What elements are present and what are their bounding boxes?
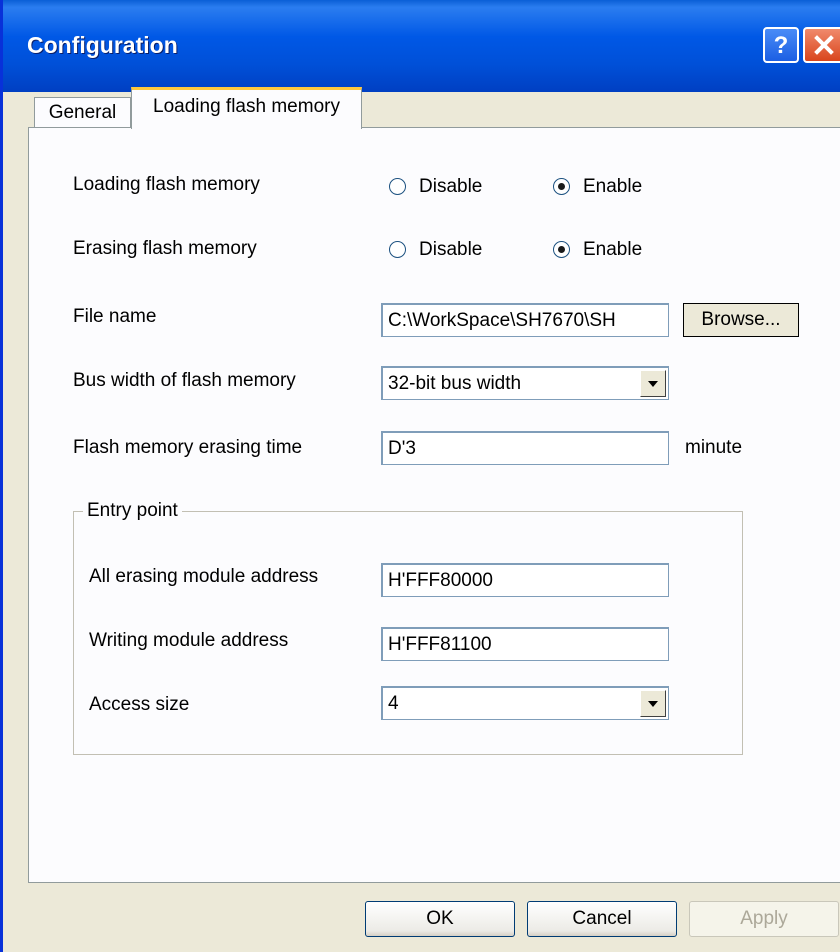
file-name-input[interactable]: C:\WorkSpace\SH7670\SH [381, 303, 669, 337]
title-bar[interactable]: Configuration ? [3, 0, 840, 92]
erasing-flash-enable-label[interactable]: Enable [583, 239, 642, 261]
tab-loading-flash-memory-label: Loading flash memory [153, 95, 340, 117]
access-size-dropdown-button[interactable] [640, 690, 666, 717]
tab-general-label: General [48, 101, 117, 123]
browse-button-label: Browse... [701, 309, 781, 330]
access-size-select[interactable]: 4 [381, 686, 669, 720]
help-icon: ? [774, 33, 789, 57]
bus-width-select[interactable]: 32-bit bus width [381, 366, 669, 400]
bus-width-dropdown-button[interactable] [640, 370, 666, 397]
tab-general[interactable]: General [34, 97, 131, 127]
access-size-label: Access size [89, 694, 190, 715]
apply-button[interactable]: Apply [689, 901, 839, 937]
help-button[interactable]: ? [763, 27, 799, 63]
erasing-time-label: Flash memory erasing time [73, 437, 303, 458]
window-title: Configuration [27, 32, 178, 58]
loading-flash-label: Loading flash memory [73, 174, 260, 195]
all-erasing-address-input[interactable]: H'FFF80000 [381, 563, 669, 597]
tab-loading-flash-memory[interactable]: Loading flash memory [131, 87, 362, 129]
all-erasing-address-label: All erasing module address [89, 566, 319, 587]
writing-address-label: Writing module address [89, 630, 289, 651]
erasing-flash-label: Erasing flash memory [73, 238, 257, 259]
apply-button-label: Apply [740, 908, 788, 929]
chevron-down-icon [648, 380, 658, 387]
all-erasing-address-value: H'FFF80000 [388, 570, 494, 591]
close-icon [814, 35, 834, 55]
erasing-flash-enable-radio[interactable] [553, 241, 570, 258]
svg-text:?: ? [774, 33, 789, 57]
loading-flash-disable-label[interactable]: Disable [419, 176, 482, 198]
bus-width-label: Bus width of flash memory [73, 370, 296, 391]
ok-button[interactable]: OK [365, 901, 515, 937]
cancel-button[interactable]: Cancel [527, 901, 677, 937]
ok-button-label: OK [426, 908, 454, 929]
bus-width-value: 32-bit bus width [388, 373, 522, 394]
cancel-button-label: Cancel [572, 908, 632, 929]
writing-address-value: H'FFF81100 [388, 634, 492, 655]
close-button[interactable] [803, 27, 840, 63]
erasing-flash-disable-label[interactable]: Disable [419, 239, 482, 261]
erasing-time-value: D'3 [388, 438, 416, 459]
access-size-value: 4 [388, 693, 399, 714]
entry-point-legend: Entry point [83, 500, 182, 522]
loading-flash-enable-label[interactable]: Enable [583, 176, 642, 198]
erasing-time-input[interactable]: D'3 [381, 431, 669, 465]
chevron-down-icon [648, 700, 658, 707]
erasing-flash-disable-radio[interactable] [389, 241, 406, 258]
browse-button[interactable]: Browse... [683, 303, 799, 337]
file-name-value: C:\WorkSpace\SH7670\SH [388, 310, 616, 331]
writing-address-input[interactable]: H'FFF81100 [381, 627, 669, 661]
loading-flash-disable-radio[interactable] [389, 178, 406, 195]
erasing-time-unit: minute [685, 437, 743, 458]
configuration-dialog: Configuration ? General Loading flash me… [0, 0, 840, 952]
loading-flash-enable-radio[interactable] [553, 178, 570, 195]
file-name-label: File name [73, 306, 157, 327]
